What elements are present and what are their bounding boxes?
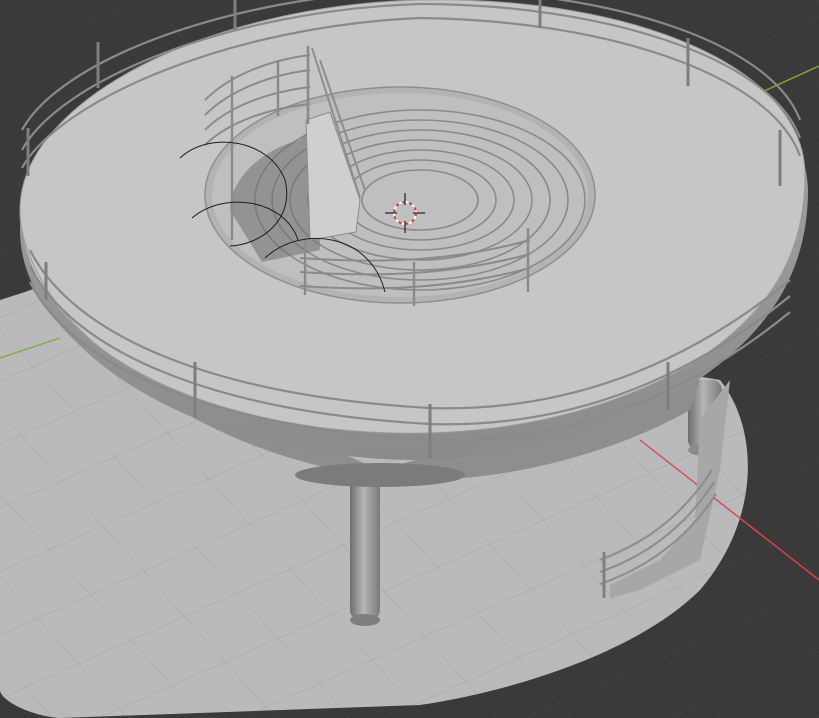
support-column xyxy=(350,470,380,620)
3d-viewport[interactable] xyxy=(0,0,819,718)
